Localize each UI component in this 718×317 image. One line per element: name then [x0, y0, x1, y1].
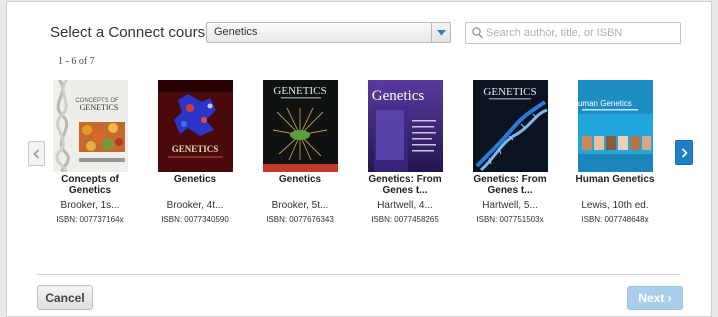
book-isbn: ISBN: 007737164x [56, 215, 124, 224]
search-icon [472, 27, 483, 39]
book-title[interactable]: Genetics: From Genes t... [355, 174, 455, 200]
course-select[interactable]: Genetics [206, 22, 451, 43]
svg-text:Genetics: Genetics [371, 88, 424, 104]
svg-text:GENETICS: GENETICS [273, 85, 326, 97]
search-box[interactable] [465, 22, 681, 44]
book-author: Brooker, 4t... [166, 200, 224, 211]
book-cover: Human Genetics [577, 80, 653, 172]
svg-text:GENETICS: GENETICS [79, 103, 118, 112]
book-cover: GENETICS [472, 80, 548, 172]
book-title[interactable]: Human Genetics [565, 174, 665, 200]
book-title[interactable]: Genetics: From Genes t... [460, 174, 560, 200]
book-isbn: ISBN: 0077458265 [371, 215, 439, 224]
svg-text:Human Genetics: Human Genetics [578, 99, 632, 108]
book-author: Lewis, 10th ed. [581, 200, 649, 211]
select-course-label: Select a Connect course: [50, 24, 218, 41]
book-card[interactable]: CONCEPTS OF GENETICS Concepts of Genetic… [40, 80, 140, 225]
book-title[interactable]: Concepts of Genetics [40, 174, 140, 200]
book-card[interactable]: Genetics Genetics: From Genes t... Hartw… [355, 80, 455, 225]
book-isbn: ISBN: 0077340590 [161, 215, 229, 224]
book-isbn: ISBN: 0077676343 [266, 215, 334, 224]
book-author: Hartwell, 5... [482, 200, 538, 211]
book-card[interactable]: GENETICS Genetics: From Genes t... Hartw… [460, 80, 560, 225]
book-card[interactable]: GENETICS Genetics Brooker, 5t... ISBN: 0… [250, 80, 350, 225]
svg-text:GENETICS: GENETICS [171, 144, 218, 154]
book-author: Brooker, 1s... [60, 200, 120, 211]
cancel-button[interactable]: Cancel [37, 285, 93, 310]
course-select-value: Genetics [214, 26, 258, 38]
book-cover: Genetics [367, 80, 443, 172]
book-author: Brooker, 5t... [271, 200, 329, 211]
book-card[interactable]: GENETICS Genetics Brooker, 4t... ISBN: 0… [145, 80, 245, 225]
book-cover: GENETICS [262, 80, 338, 172]
book-title[interactable]: Genetics [145, 174, 245, 200]
book-author: Hartwell, 4... [377, 200, 433, 211]
svg-text:GENETICS: GENETICS [483, 86, 536, 98]
next-button[interactable]: Next › [627, 286, 683, 310]
course-picker-dialog: Select a Connect course: Genetics 1 - 6 … [6, 1, 712, 317]
caret-down-icon [437, 30, 446, 36]
chevron-right-icon [681, 147, 688, 158]
dropdown-toggle[interactable] [431, 22, 451, 43]
footer-divider [37, 274, 680, 275]
book-title[interactable]: Genetics [250, 174, 350, 200]
search-input[interactable] [486, 25, 676, 41]
book-card[interactable]: Human Genetics Human Genetics Lewis, 10t… [565, 80, 665, 225]
book-isbn: ISBN: 007751503x [476, 215, 544, 224]
book-isbn: ISBN: 007748648x [581, 215, 649, 224]
book-cover: CONCEPTS OF GENETICS [52, 80, 128, 172]
results-count: 1 - 6 of 7 [58, 56, 95, 67]
chevron-left-icon [33, 148, 40, 159]
next-page-button[interactable] [675, 140, 693, 165]
book-cover: GENETICS [157, 80, 233, 172]
